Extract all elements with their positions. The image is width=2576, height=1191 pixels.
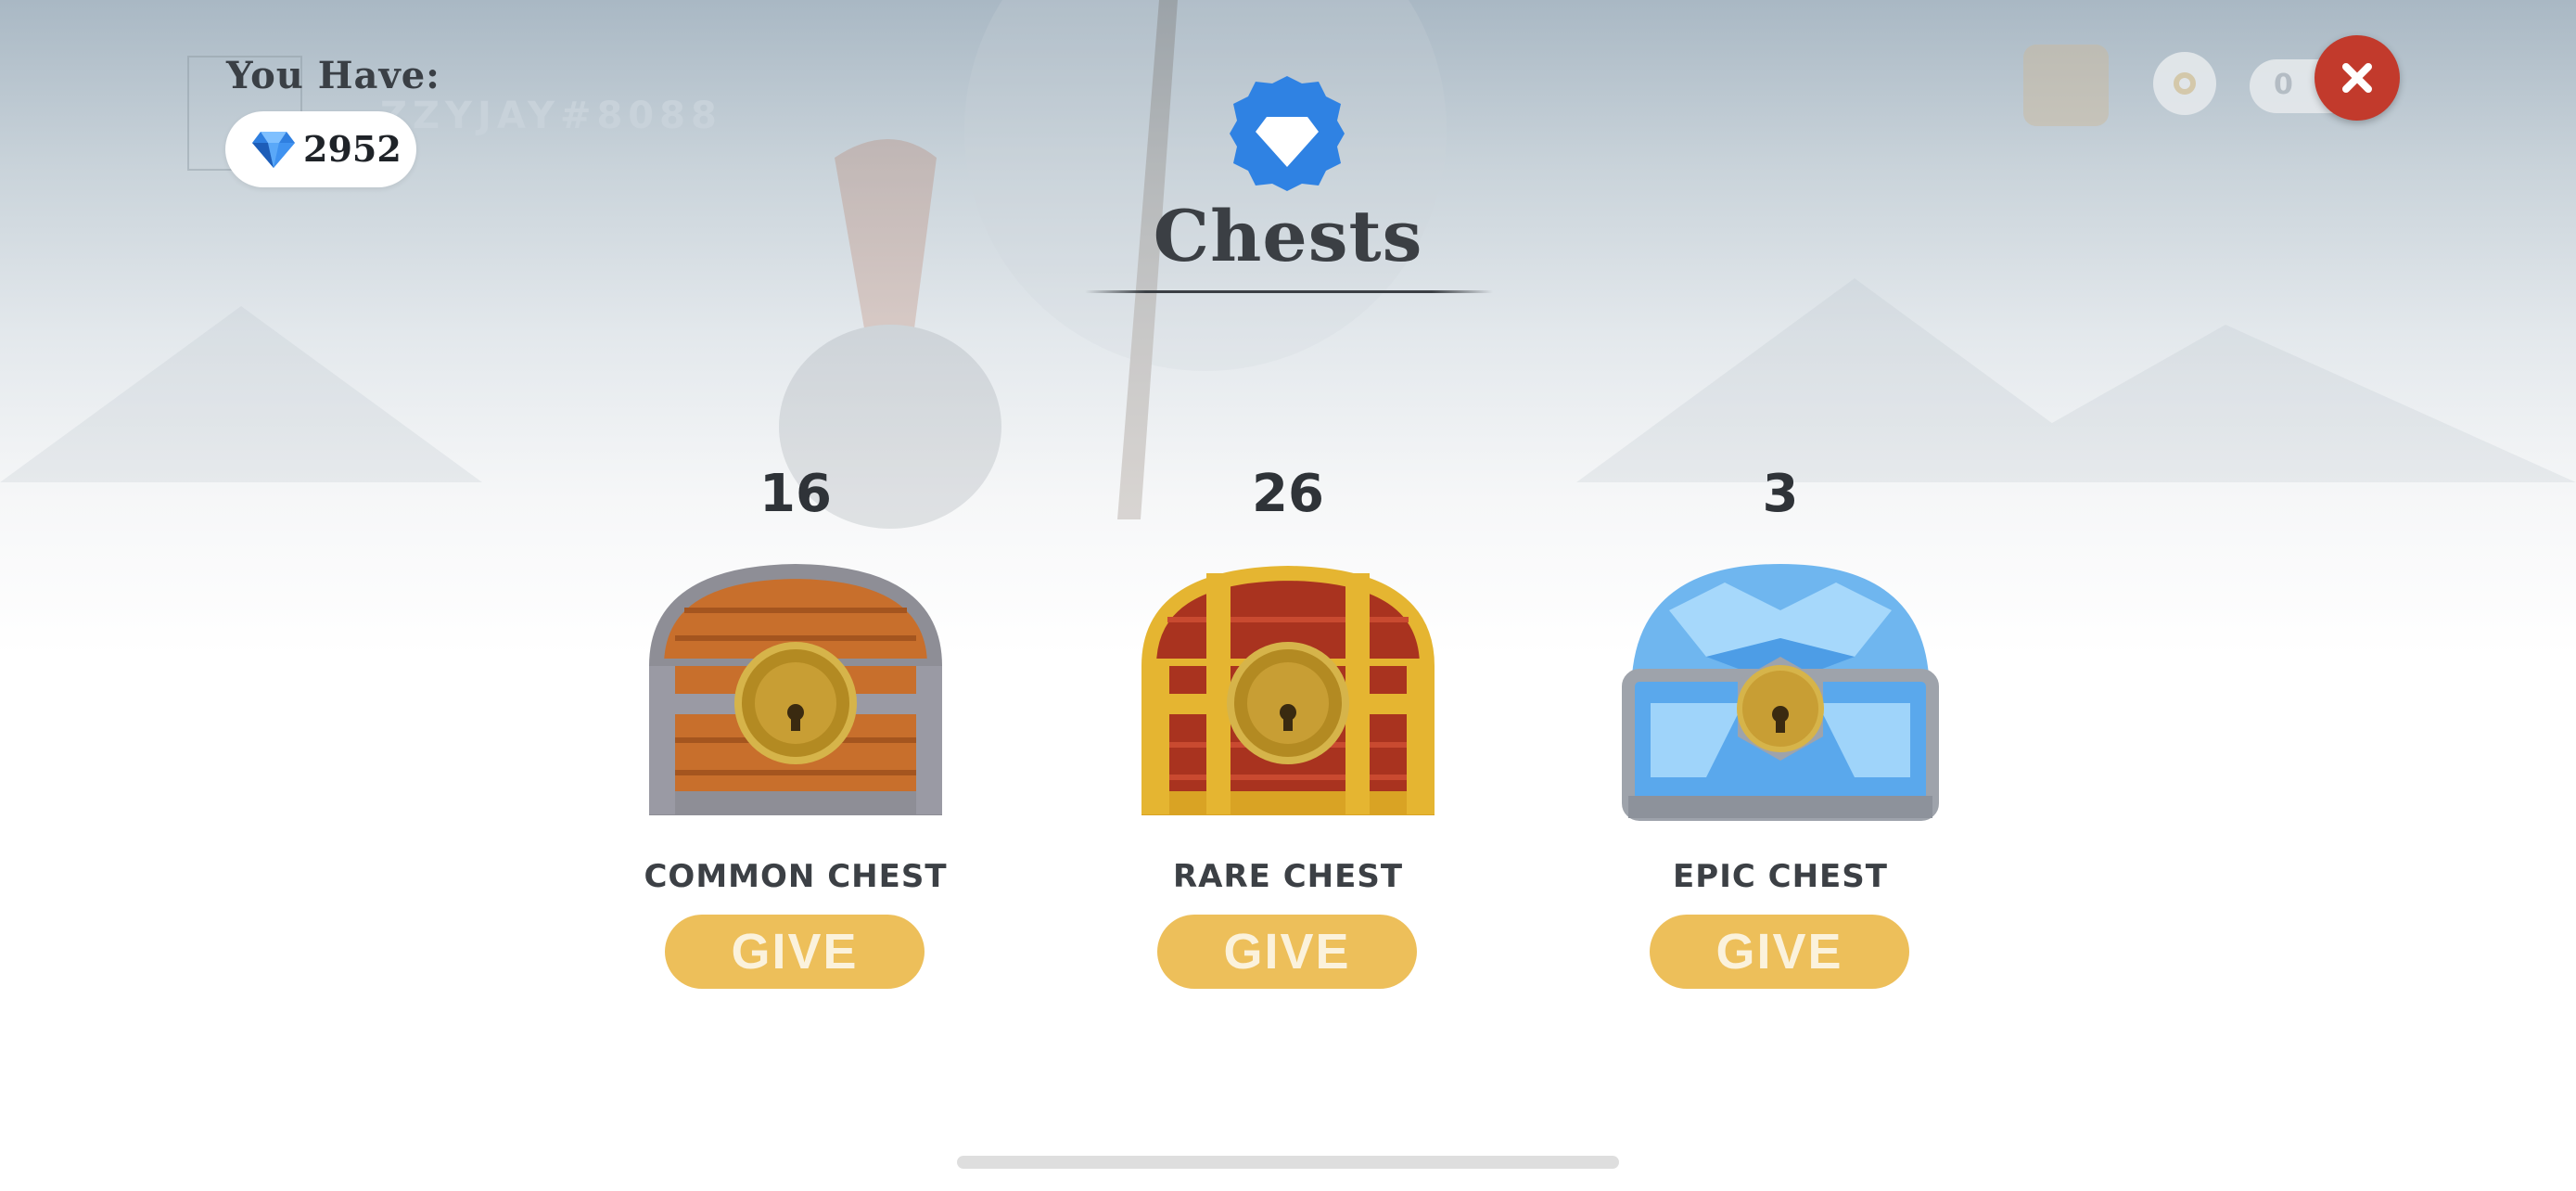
chest-count: 26 — [1252, 464, 1324, 524]
chest-card-common: 16 COMMON CHEST GIVE — [601, 464, 990, 1002]
title-divider — [1085, 290, 1493, 293]
give-common-chest-button[interactable]: GIVE — [665, 915, 925, 989]
close-button[interactable] — [2315, 35, 2400, 121]
common-chest-icon — [648, 563, 943, 815]
chest-name: EPIC CHEST — [1673, 858, 1888, 895]
chest-card-rare: 26 RARE CHEST GIVE — [1093, 464, 1483, 1002]
chest-count: 3 — [1762, 464, 1799, 524]
gear-icon — [2153, 52, 2216, 115]
background-counter-value: 0 — [2274, 69, 2293, 101]
give-button-label: GIVE — [1223, 924, 1351, 980]
give-epic-chest-button[interactable]: GIVE — [1650, 915, 1909, 989]
give-rare-chest-button[interactable]: GIVE — [1157, 915, 1417, 989]
player-username: ZZYJAY#8088 — [380, 95, 722, 137]
chest-count: 16 — [759, 464, 832, 524]
rare-chest-icon — [1141, 565, 1435, 815]
chest-name: COMMON CHEST — [644, 858, 948, 895]
gem-count: 2952 — [303, 128, 402, 170]
home-indicator[interactable] — [957, 1156, 1619, 1169]
gem-icon — [252, 132, 295, 168]
gem-balance: 2952 — [225, 111, 416, 187]
give-button-label: GIVE — [1715, 924, 1843, 980]
page-title: Chests — [1153, 195, 1423, 277]
chest-menu-icon — [2023, 45, 2109, 126]
chest-name: RARE CHEST — [1172, 858, 1404, 895]
gem-badge-icon — [1230, 76, 1345, 191]
you-have-label: You Have: — [226, 54, 440, 97]
give-button-label: GIVE — [731, 924, 859, 980]
epic-chest-icon — [1622, 564, 1939, 821]
chest-card-epic: 3 EPIC CHEST GIVE — [1586, 464, 1975, 1002]
close-x-icon — [2342, 63, 2372, 93]
